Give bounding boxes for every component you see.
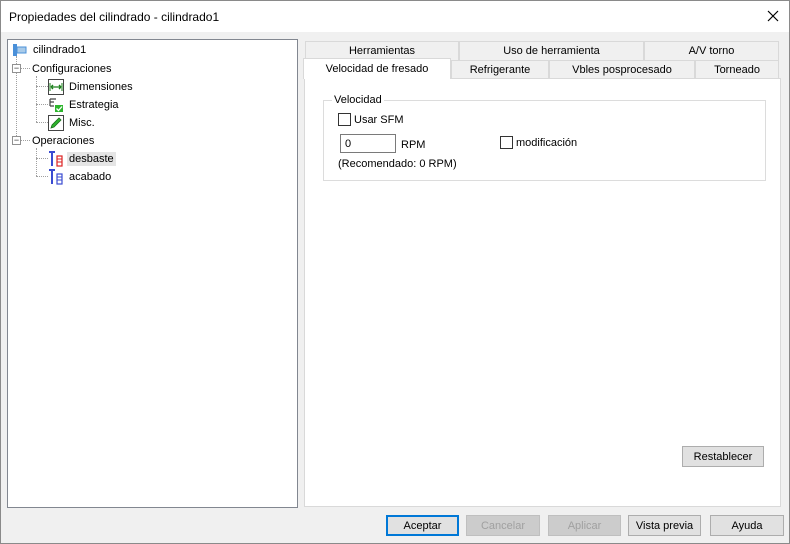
- tree-node-operaciones[interactable]: Operaciones: [30, 132, 96, 149]
- tree-connector: [36, 122, 48, 123]
- tree-node-cilindrado1[interactable]: cilindrado1: [12, 41, 88, 58]
- cancelar-button[interactable]: Cancelar: [466, 515, 540, 536]
- rpm-unit-label: RPM: [401, 139, 426, 151]
- ayuda-button[interactable]: Ayuda: [710, 515, 784, 536]
- modificacion-row: modificación: [500, 136, 577, 149]
- properties-dialog: Propiedades del cilindrado - cilindrado1: [0, 0, 790, 544]
- turning-feature-icon: [12, 42, 28, 58]
- tab-refrigerante[interactable]: Refrigerante: [451, 60, 549, 79]
- collapse-toggle[interactable]: −: [12, 64, 21, 73]
- tab-torneado[interactable]: Torneado: [695, 60, 779, 79]
- roughing-operation-icon: [48, 150, 64, 167]
- tree-node-desbaste[interactable]: desbaste: [48, 150, 116, 167]
- tree-connector: [36, 176, 48, 177]
- tree-node-dimensiones[interactable]: Dimensiones: [48, 78, 135, 95]
- tree-label: Misc.: [69, 116, 95, 129]
- tree-node-configuraciones[interactable]: Configuraciones: [30, 60, 114, 77]
- aplicar-button[interactable]: Aplicar: [548, 515, 621, 536]
- title-bar[interactable]: Propiedades del cilindrado - cilindrado1: [1, 1, 789, 32]
- close-icon: [767, 10, 779, 22]
- usar-sfm-checkbox[interactable]: [338, 113, 351, 126]
- tree-node-estrategia[interactable]: Estrategia: [48, 96, 121, 113]
- edit-icon: [48, 114, 64, 131]
- tab-av-torno[interactable]: A/V torno: [644, 41, 779, 60]
- dimensions-icon: [48, 78, 64, 95]
- restablecer-button[interactable]: Restablecer: [682, 446, 764, 467]
- tree-node-misc[interactable]: Misc.: [48, 114, 97, 131]
- usar-sfm-row: Usar SFM: [338, 113, 404, 126]
- operation-tree[interactable]: cilindrado1 − Configuraciones Dimensione…: [7, 39, 298, 508]
- collapse-toggle[interactable]: −: [12, 136, 21, 145]
- tab-velocidad-de-fresado[interactable]: Velocidad de fresado: [303, 58, 451, 79]
- tree-connector: [36, 86, 48, 87]
- modificacion-label: modificación: [516, 136, 578, 149]
- tree-label: Estrategia: [69, 98, 119, 111]
- tree-connector: [20, 68, 30, 69]
- vista-previa-button[interactable]: Vista previa: [628, 515, 701, 536]
- tab-vbles-posprocesado[interactable]: Vbles posprocesado: [549, 60, 695, 79]
- tree-label: desbaste: [67, 151, 116, 166]
- tab-uso-de-herramienta[interactable]: Uso de herramienta: [459, 41, 644, 60]
- tree-connector: [36, 76, 37, 122]
- tab-panel-velocidad-de-fresado: Velocidad Usar SFM RPM modificación (Rec…: [304, 78, 781, 507]
- tree-label: Configuraciones: [32, 62, 112, 75]
- close-button[interactable]: [757, 1, 789, 31]
- finishing-operation-icon: [48, 168, 64, 185]
- tree-connector: [36, 104, 48, 105]
- tree-label: cilindrado1: [33, 43, 87, 56]
- strategy-icon: [48, 97, 64, 113]
- group-title: Velocidad: [332, 94, 384, 106]
- aceptar-button[interactable]: Aceptar: [386, 515, 459, 536]
- tree-connector: [36, 148, 37, 176]
- modificacion-checkbox[interactable]: [500, 136, 513, 149]
- tree-connector: [20, 140, 30, 141]
- tree-node-acabado[interactable]: acabado: [48, 168, 113, 185]
- window-title: Propiedades del cilindrado - cilindrado1: [9, 10, 220, 24]
- tree-label: Dimensiones: [69, 80, 133, 93]
- recommended-rpm-text: (Recomendado: 0 RPM): [338, 158, 457, 170]
- rpm-input[interactable]: [340, 134, 396, 153]
- tree-label: acabado: [69, 170, 112, 183]
- velocidad-group: Velocidad Usar SFM RPM modificación (Rec…: [323, 94, 766, 181]
- tree-label: Operaciones: [32, 134, 95, 147]
- tree-connector: [36, 158, 48, 159]
- usar-sfm-label: Usar SFM: [354, 113, 404, 126]
